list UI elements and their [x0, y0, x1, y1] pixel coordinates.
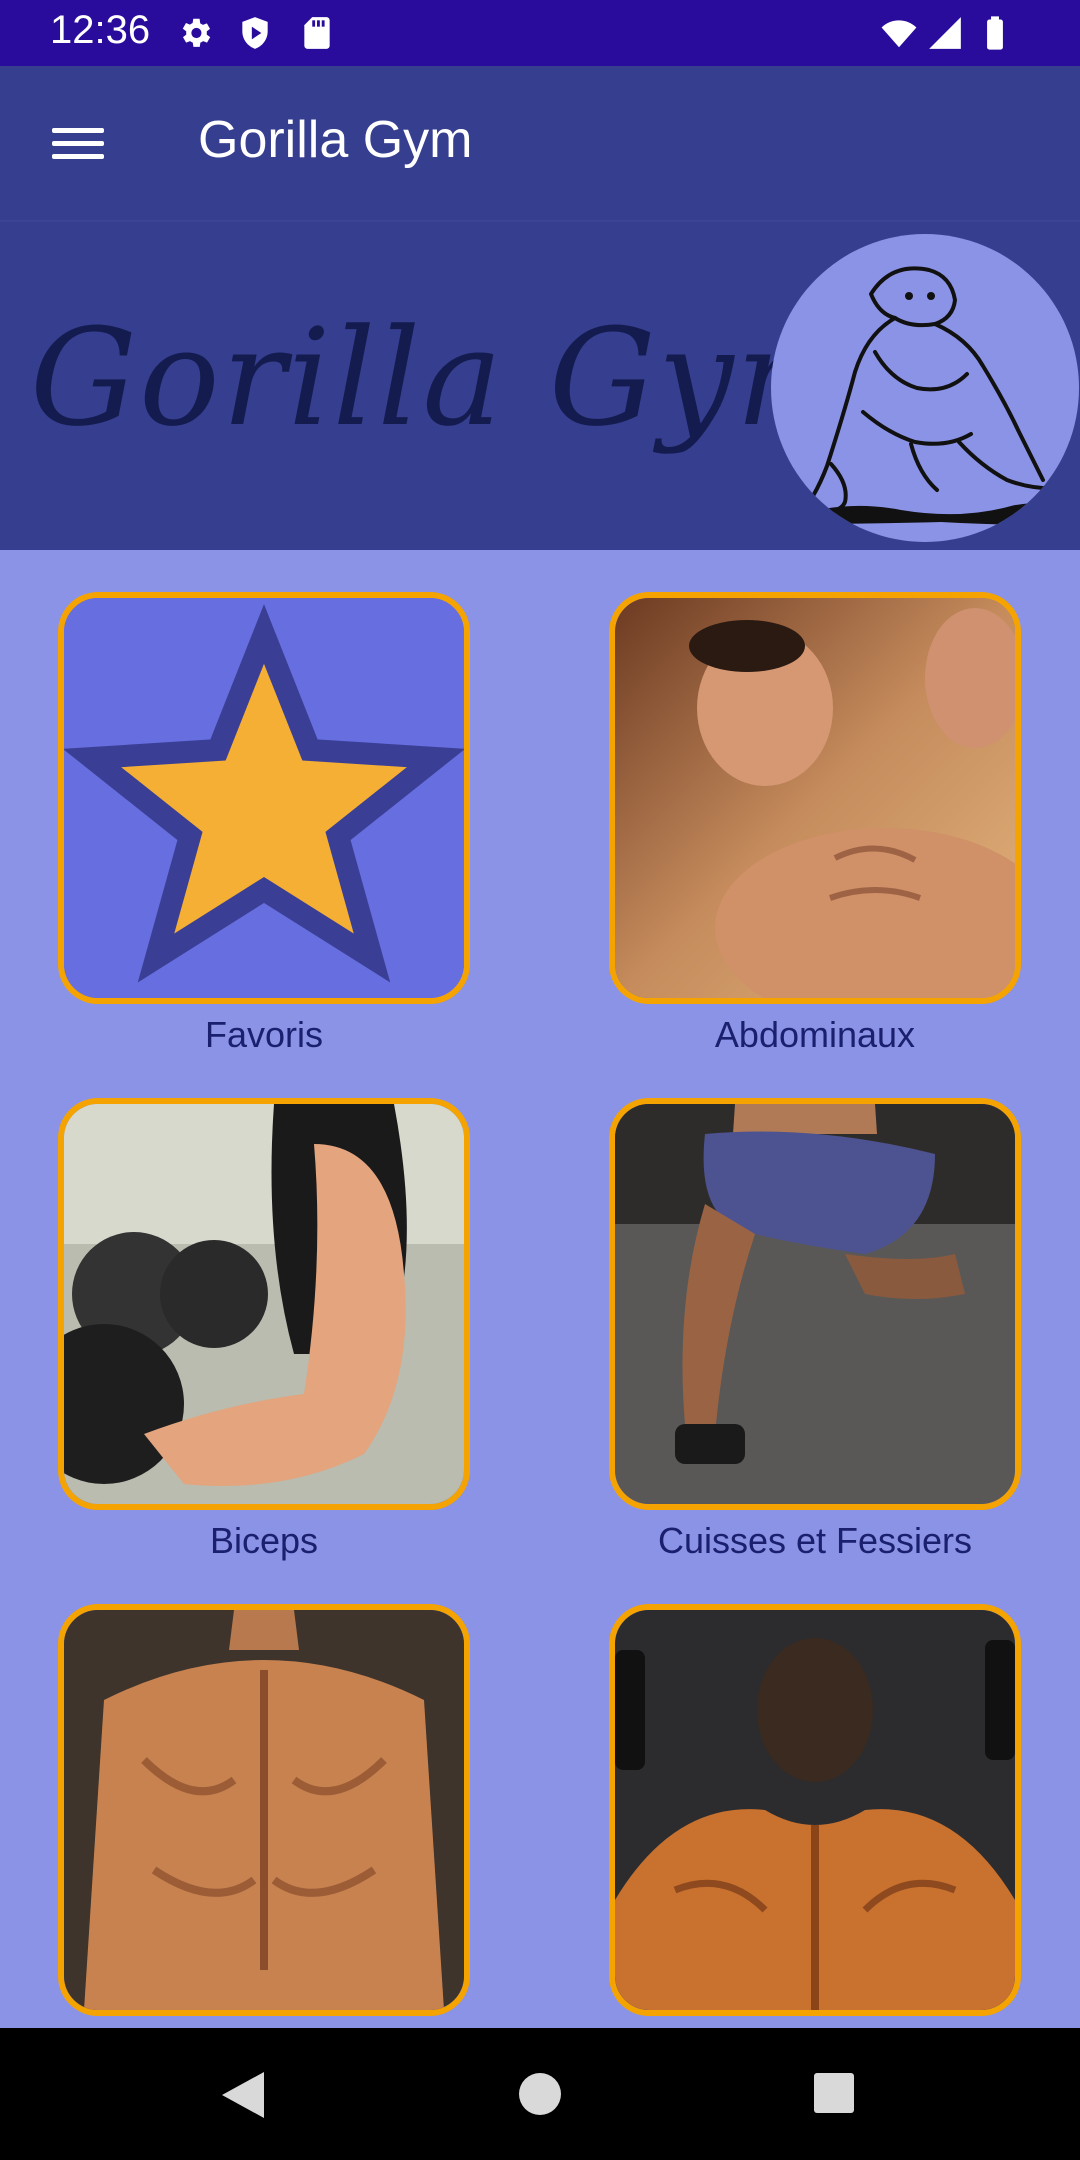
category-card-cuisses-et-fessiers[interactable]: Cuisses et Fessiers: [609, 1098, 1021, 1564]
category-label: Abdominaux: [714, 1014, 916, 1055]
banner-script-title: Gorilla Gym: [30, 300, 865, 456]
sd-card-icon: [304, 17, 330, 49]
battery-icon: [987, 16, 1003, 50]
category-card-favoris[interactable]: Favoris: [58, 592, 470, 1058]
header-banner: Gorilla Gym: [0, 220, 1080, 550]
shoulders-photo: [609, 1604, 1021, 2016]
category-card-back[interactable]: [58, 1604, 470, 2028]
category-label: Biceps: [209, 1520, 319, 1561]
gorilla-logo-icon: [771, 234, 1079, 542]
system-nav-bar: [0, 2028, 1080, 2160]
back-photo: [58, 1604, 470, 2016]
home-icon[interactable]: [518, 2072, 562, 2116]
biceps-photo: [58, 1098, 470, 1510]
wifi-icon: [881, 20, 917, 48]
gear-icon: [182, 18, 211, 47]
status-time: 12:36: [50, 8, 151, 52]
legs-photo: [609, 1098, 1021, 1510]
status-bar: 12:36: [0, 0, 1080, 66]
category-card-shoulders[interactable]: [609, 1604, 1021, 2028]
recents-icon[interactable]: [813, 2072, 855, 2114]
star-icon: [58, 592, 470, 1004]
category-card-biceps[interactable]: Biceps: [58, 1098, 470, 1564]
abs-photo: [609, 592, 1021, 1004]
app-title: Gorilla Gym: [198, 111, 473, 169]
hamburger-menu-icon[interactable]: [40, 106, 114, 180]
shield-icon: [242, 17, 268, 49]
category-grid: Favoris Abdominaux Biceps Cuisses et Fes…: [0, 550, 1080, 2028]
signal-icon: [929, 17, 961, 49]
back-icon[interactable]: [220, 2070, 266, 2120]
category-label: Cuisses et Fessiers: [657, 1520, 973, 1561]
category-card-abdominaux[interactable]: Abdominaux: [609, 592, 1021, 1058]
category-label: Favoris: [204, 1014, 324, 1055]
app-bar: Gorilla Gym: [0, 66, 1080, 220]
